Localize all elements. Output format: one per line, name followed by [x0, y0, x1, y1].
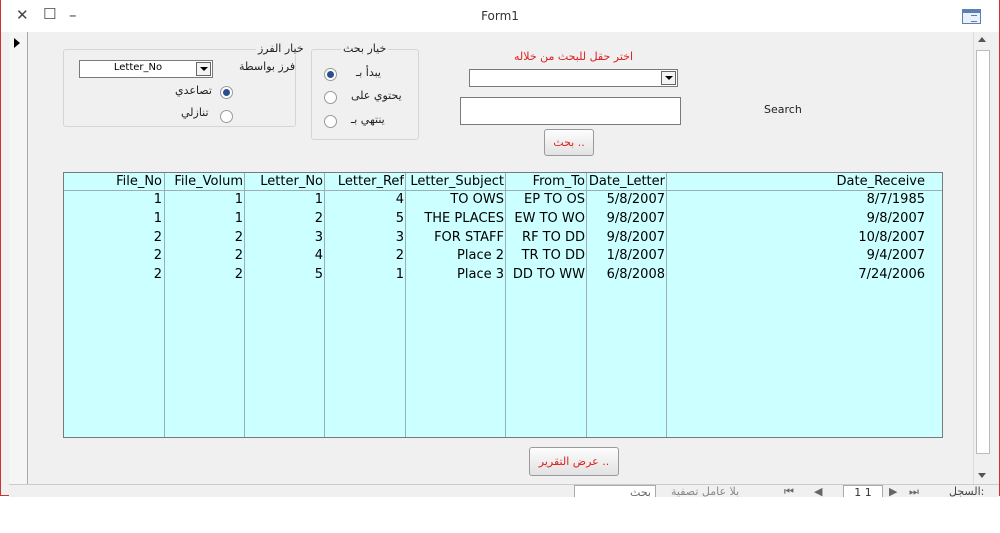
table-cell[interactable]: 2 — [64, 266, 162, 284]
table-cell[interactable]: Place 3 — [406, 266, 504, 284]
search-field-label: اختر حقل للبحث من خلاله — [514, 50, 634, 63]
nav-first-icon[interactable]: ⏮ — [784, 485, 794, 497]
table-cell[interactable]: FOR STAFF — [406, 229, 504, 247]
scroll-down-icon[interactable] — [978, 473, 986, 478]
sort-descending-radio[interactable] — [220, 110, 233, 123]
table-cell[interactable]: 4 — [325, 191, 404, 209]
table-cell[interactable]: 2 — [165, 266, 243, 284]
table-cell[interactable]: RF TO DD — [506, 229, 585, 247]
sort-ascending-radio[interactable] — [220, 86, 233, 99]
search-button[interactable]: بحث .. — [544, 129, 594, 156]
table-cell[interactable]: 1 — [245, 191, 323, 209]
record-navigation-bar: بحث بلا عامل تصفية ⏮ ◀ 1 1 ▶ ⏭ السجل: — [9, 484, 999, 497]
sort-descending-label: تنازلي — [181, 106, 209, 119]
column-header[interactable]: File_Volum — [165, 173, 243, 191]
record-position-input[interactable]: 1 1 — [843, 485, 883, 497]
results-grid: File_No File_Volum Letter_No Letter_Ref … — [63, 172, 943, 438]
table-cell[interactable]: 3 — [325, 229, 404, 247]
sort-by-label: فرز بواسطة — [239, 60, 296, 73]
search-field-combo[interactable] — [469, 69, 678, 87]
chevron-down-icon[interactable] — [196, 62, 211, 76]
table-cell[interactable]: 1 — [165, 210, 243, 228]
table-cell[interactable]: TO OWS — [406, 191, 504, 209]
table-cell[interactable]: 9/8/2007 — [667, 210, 925, 228]
table-cell[interactable]: 2 — [325, 247, 404, 265]
scroll-up-icon[interactable] — [978, 37, 986, 42]
search-starts-with-label: يبدأ بـ — [356, 66, 381, 79]
nav-last-icon[interactable]: ⏭ — [909, 485, 919, 497]
show-report-button[interactable]: عرض التقرير .. — [529, 447, 619, 476]
table-cell[interactable]: Place 2 — [406, 247, 504, 265]
search-text-label: Search — [764, 103, 802, 116]
title-bar: ✕ ☐ – Form1 — [1, 0, 999, 32]
form-view-icon[interactable] — [962, 9, 981, 24]
table-cell[interactable]: 10/8/2007 — [667, 229, 925, 247]
table-cell[interactable]: 2 — [165, 229, 243, 247]
column-header[interactable]: From_To — [506, 173, 585, 191]
table-cell[interactable]: 1 — [325, 266, 404, 284]
current-record-icon — [14, 38, 20, 48]
chevron-down-icon[interactable] — [661, 71, 676, 85]
search-text-input[interactable] — [460, 97, 681, 125]
table-cell[interactable]: 4 — [245, 247, 323, 265]
table-cell[interactable]: 3 — [245, 229, 323, 247]
sort-ascending-label: تصاعدي — [175, 84, 212, 97]
table-cell[interactable]: 5/8/2007 — [587, 191, 665, 209]
table-cell[interactable]: 2 — [245, 210, 323, 228]
search-ends-with-radio[interactable] — [324, 115, 337, 128]
table-cell[interactable]: 2 — [64, 229, 162, 247]
column-header[interactable]: Letter_Ref — [325, 173, 404, 191]
filter-status-label[interactable]: بلا عامل تصفية — [671, 485, 739, 497]
table-cell[interactable]: 1/8/2007 — [587, 247, 665, 265]
column-header[interactable]: Date_Letter — [587, 173, 665, 191]
table-cell[interactable]: 8/7/1985 — [667, 191, 925, 209]
search-group-title: خيار بحث — [341, 42, 389, 55]
table-cell[interactable]: 7/24/2006 — [667, 266, 925, 284]
sort-group-title: خيار الفرز — [256, 42, 306, 55]
table-cell[interactable]: 5 — [325, 210, 404, 228]
search-contains-label: يحتوي على — [351, 89, 402, 102]
table-cell[interactable]: 5 — [245, 266, 323, 284]
record-selector[interactable] — [9, 32, 28, 484]
table-cell[interactable]: 1 — [165, 191, 243, 209]
form-window: ✕ ☐ – Form1 خيار الفرز فرز بواسطة Letter… — [0, 0, 1000, 497]
nav-search-box[interactable]: بحث — [574, 485, 656, 497]
table-cell[interactable]: 9/8/2007 — [587, 210, 665, 228]
sort-field-value: Letter_No — [113, 62, 163, 73]
column-header[interactable]: Letter_Subject — [406, 173, 504, 191]
table-cell[interactable]: 2 — [165, 247, 243, 265]
table-cell[interactable]: 2 — [64, 247, 162, 265]
column-header[interactable]: Letter_No — [245, 173, 323, 191]
search-contains-radio[interactable] — [324, 91, 337, 104]
column-header[interactable]: Date_Receive — [667, 173, 925, 191]
table-cell[interactable]: DD TO WW — [506, 266, 585, 284]
vertical-scrollbar[interactable] — [973, 32, 990, 484]
search-ends-with-label: ينتهي بـ — [351, 113, 385, 126]
sort-field-combo[interactable]: Letter_No — [79, 60, 213, 78]
search-starts-with-radio[interactable] — [324, 68, 337, 81]
table-cell[interactable]: THE PLACES — [406, 210, 504, 228]
table-cell[interactable]: 9/4/2007 — [667, 247, 925, 265]
table-cell[interactable]: EP TO OS — [506, 191, 585, 209]
column-header[interactable]: File_No — [64, 173, 162, 191]
table-cell[interactable]: 9/8/2007 — [587, 229, 665, 247]
window-title: Form1 — [481, 9, 519, 23]
table-cell[interactable]: 6/8/2008 — [587, 266, 665, 284]
table-cell[interactable]: EW TO WO — [506, 210, 585, 228]
table-cell[interactable]: 1 — [64, 191, 162, 209]
nav-next-icon[interactable]: ▶ — [889, 485, 897, 497]
table-cell[interactable]: 1 — [64, 210, 162, 228]
table-cell[interactable]: TR TO DD — [506, 247, 585, 265]
nav-prev-icon[interactable]: ◀ — [814, 485, 822, 497]
scrollbar-thumb[interactable] — [976, 50, 990, 454]
record-label: السجل: — [949, 485, 985, 497]
